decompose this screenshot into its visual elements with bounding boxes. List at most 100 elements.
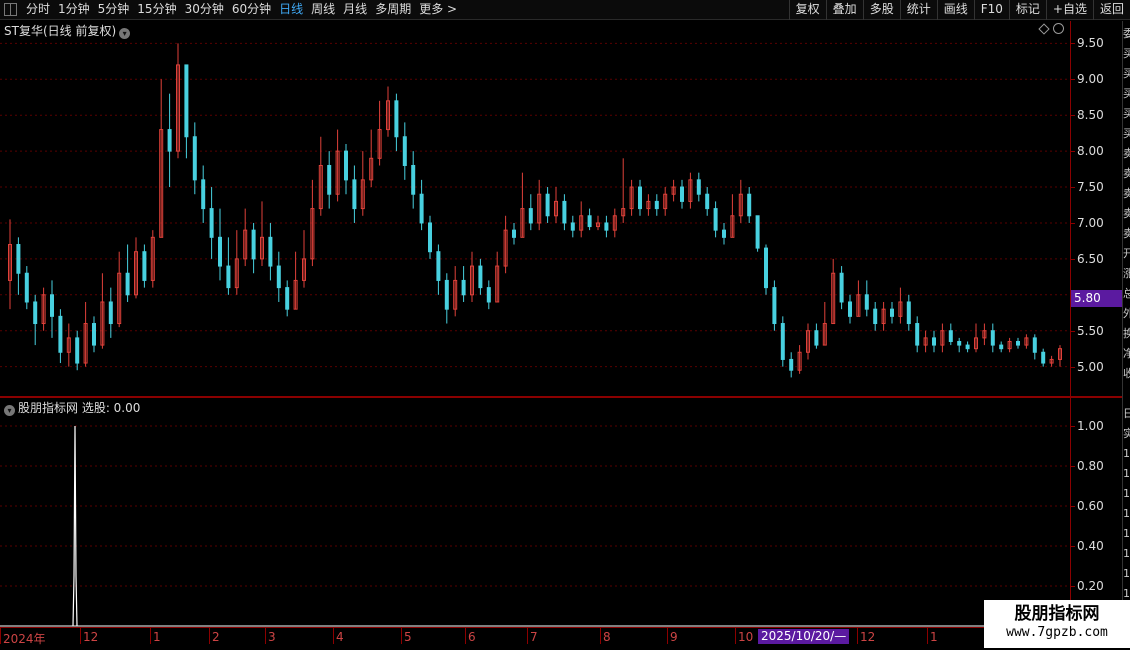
candle[interactable] [100, 273, 105, 349]
candle[interactable] [209, 187, 214, 259]
candle[interactable] [579, 201, 584, 238]
tab-9[interactable]: 多周期 [371, 0, 415, 20]
candle[interactable] [377, 100, 382, 166]
tab-4[interactable]: 30分钟 [181, 0, 228, 20]
candle[interactable] [621, 158, 626, 223]
candle[interactable] [428, 215, 432, 259]
candle[interactable] [251, 222, 256, 274]
candle[interactable] [856, 280, 861, 317]
price-chart-panel[interactable]: ST复华(日线 前复权) ▾ [0, 21, 1070, 396]
candle[interactable] [772, 280, 777, 331]
candle[interactable] [990, 323, 995, 353]
candle[interactable] [344, 143, 348, 195]
candle[interactable] [444, 273, 449, 324]
candle[interactable] [352, 165, 357, 223]
candle[interactable] [873, 301, 878, 331]
tool-button-7[interactable]: +自选 [1045, 0, 1093, 20]
candle[interactable] [898, 287, 903, 324]
candle[interactable] [881, 301, 886, 331]
candle[interactable] [688, 172, 693, 209]
tab-3[interactable]: 15分钟 [133, 0, 180, 20]
candle[interactable] [461, 266, 466, 302]
candle[interactable] [268, 222, 273, 281]
candle[interactable] [150, 230, 155, 288]
candle[interactable] [226, 237, 231, 295]
candle[interactable] [512, 222, 516, 245]
candle[interactable] [201, 165, 206, 223]
indicator-panel[interactable]: ▾ 股朋指标网 选股: 0.00 [0, 398, 1070, 628]
candle[interactable] [159, 79, 164, 238]
candle[interactable] [940, 323, 945, 353]
candle[interactable] [638, 179, 642, 216]
candle[interactable] [755, 215, 760, 252]
candle[interactable] [293, 251, 298, 310]
candle[interactable] [570, 215, 575, 238]
candle[interactable] [814, 323, 819, 349]
candle[interactable] [839, 266, 844, 310]
candle[interactable] [680, 179, 684, 209]
candle[interactable] [587, 208, 592, 231]
candle[interactable] [663, 187, 668, 216]
candle[interactable] [646, 194, 651, 216]
chevron-down-icon[interactable]: ▾ [4, 405, 15, 416]
candle[interactable] [822, 301, 827, 346]
candle[interactable] [554, 187, 558, 223]
candle[interactable] [66, 323, 71, 367]
candle[interactable] [234, 230, 239, 295]
candle[interactable] [1007, 337, 1012, 353]
candle[interactable] [436, 244, 441, 295]
candle[interactable] [24, 266, 29, 310]
candle[interactable] [176, 43, 180, 159]
candle[interactable] [764, 244, 768, 295]
tab-1[interactable]: 1分钟 [54, 0, 94, 20]
candle[interactable] [92, 316, 96, 353]
candle[interactable] [260, 201, 264, 267]
candle[interactable] [335, 129, 340, 202]
tab-8[interactable]: 月线 [339, 0, 371, 20]
candle[interactable] [612, 208, 617, 238]
candle[interactable] [58, 309, 63, 364]
candle[interactable] [8, 219, 12, 310]
candle[interactable] [999, 341, 1004, 353]
candle[interactable] [890, 301, 894, 324]
candle[interactable] [394, 93, 399, 152]
candle[interactable] [369, 129, 374, 188]
candle[interactable] [923, 330, 928, 353]
candle[interactable] [722, 222, 726, 245]
candle[interactable] [318, 136, 323, 216]
tab-5[interactable]: 60分钟 [228, 0, 275, 20]
candle[interactable] [738, 179, 743, 223]
candle[interactable] [528, 194, 533, 231]
tab-2[interactable]: 5分钟 [94, 0, 134, 20]
candle[interactable] [806, 323, 810, 360]
tool-button-3[interactable]: 统计 [899, 0, 937, 20]
tool-button-1[interactable]: 叠加 [825, 0, 863, 20]
candle[interactable] [974, 323, 978, 353]
candle[interactable] [1058, 345, 1062, 367]
candle[interactable] [453, 266, 458, 317]
candle[interactable] [545, 187, 550, 223]
tool-button-2[interactable]: 多股 [862, 0, 900, 20]
tool-button-6[interactable]: 标记 [1008, 0, 1046, 20]
candle[interactable] [520, 172, 525, 238]
candle[interactable] [503, 215, 508, 274]
candle[interactable] [360, 151, 365, 216]
candle[interactable] [932, 330, 936, 353]
candle[interactable] [83, 301, 88, 367]
price-chart[interactable] [0, 21, 1070, 396]
candle[interactable] [33, 294, 38, 346]
tool-button-4[interactable]: 画线 [936, 0, 974, 20]
candle[interactable] [797, 345, 802, 374]
candle[interactable] [276, 251, 281, 302]
candle[interactable] [1032, 334, 1037, 360]
candle[interactable] [486, 280, 491, 310]
tool-button-5[interactable]: F10 [973, 0, 1009, 20]
candle[interactable] [327, 151, 332, 209]
candle[interactable] [1016, 337, 1020, 349]
candle[interactable] [310, 179, 315, 267]
candle[interactable] [16, 237, 21, 295]
candle[interactable] [831, 258, 836, 325]
candle[interactable] [562, 194, 567, 231]
candle[interactable] [596, 215, 600, 231]
candle[interactable] [167, 93, 172, 188]
